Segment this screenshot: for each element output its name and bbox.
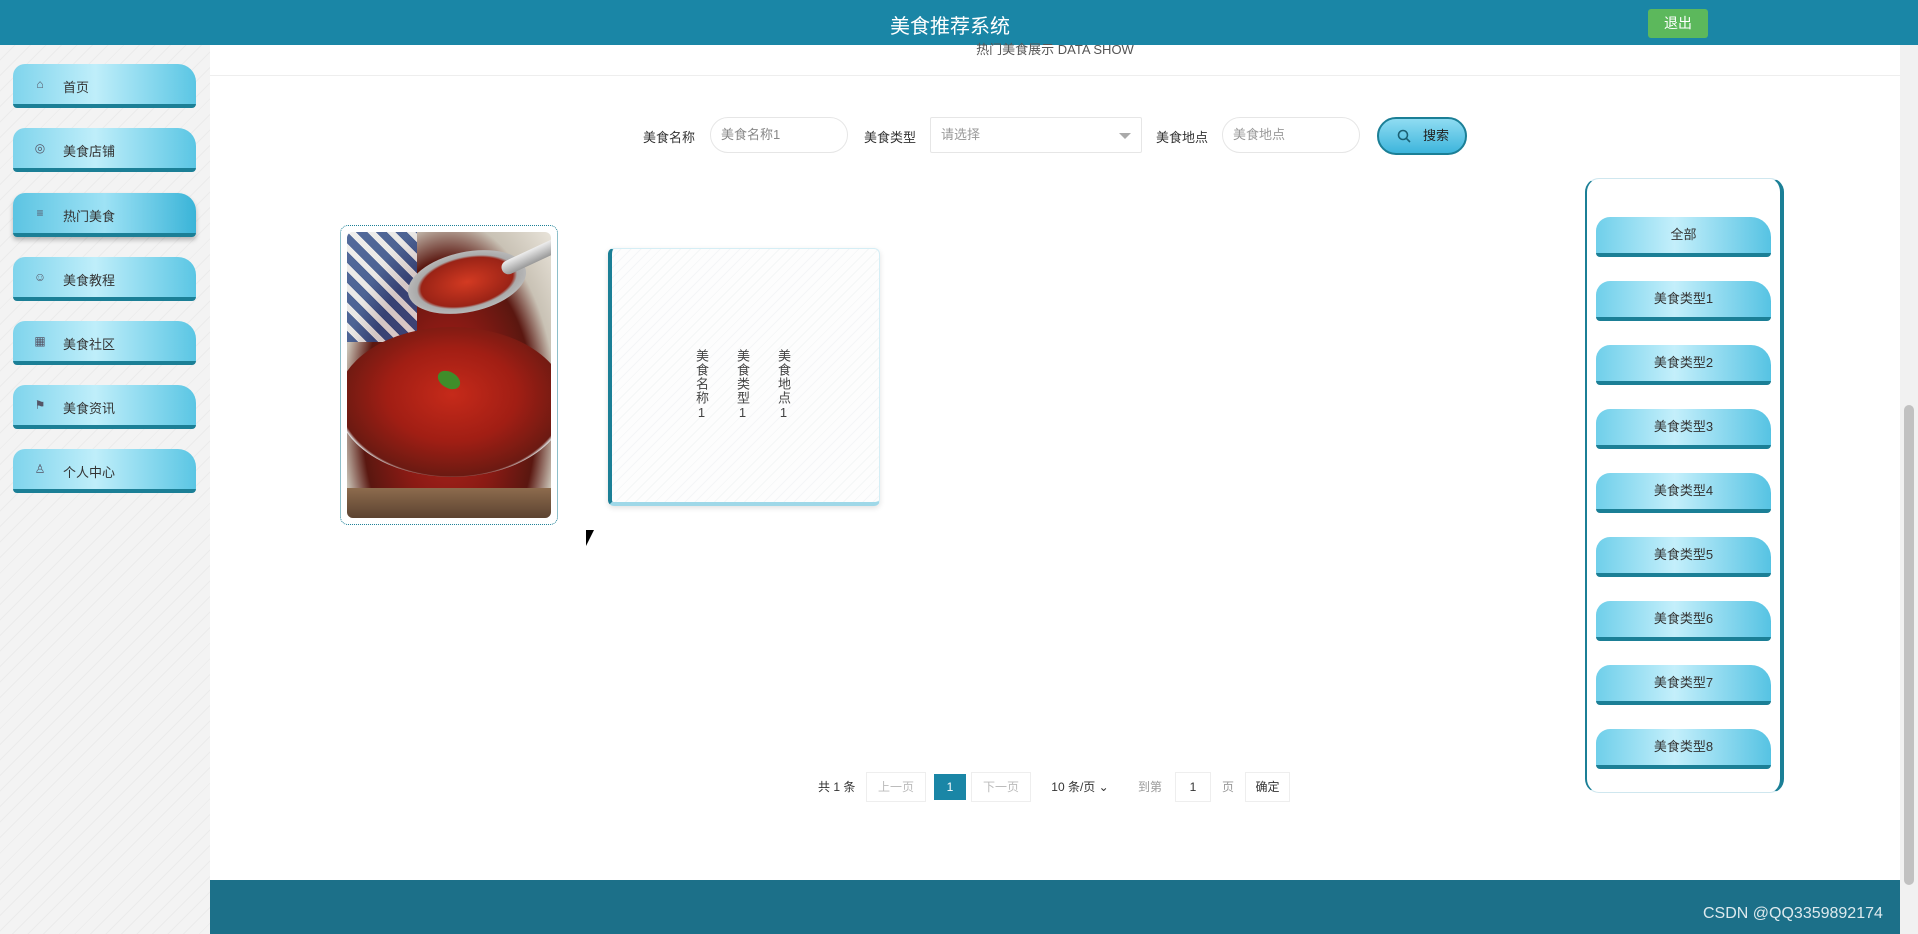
category-item[interactable]: 美食类型4 (1596, 473, 1771, 513)
chevron-down-icon (1119, 133, 1131, 139)
sidebar-item-label: 首页 (63, 80, 90, 95)
sidebar-item-label: 热门美食 (63, 209, 116, 224)
goto-page-input[interactable]: 1 (1175, 772, 1211, 802)
sidebar-item-label: 美食资讯 (63, 401, 116, 416)
sidebar-item-community[interactable]: ▦ 美食社区 (13, 321, 196, 365)
section-title: 热门美食展示 DATA SHOW (976, 42, 1134, 57)
page-size-select[interactable]: 10 条/页 ⌄ (1044, 772, 1116, 802)
divider (210, 75, 1900, 76)
category-item[interactable]: 美食类型3 (1596, 409, 1771, 449)
food-name-input[interactable]: 美食名称1 (710, 117, 848, 153)
goto-label: 到第 (1138, 780, 1163, 794)
food-photo (347, 232, 551, 518)
watermark: CSDN @QQ3359892174 (1703, 905, 1883, 922)
next-page-button[interactable]: 下一页 (971, 772, 1031, 802)
select-placeholder: 请选择 (941, 127, 981, 142)
user-icon: ♙ (34, 462, 46, 476)
sidebar-item-label: 美食教程 (63, 273, 116, 288)
food-type-text: 美食类型1 (735, 349, 750, 421)
page-number-current[interactable]: 1 (934, 774, 966, 800)
chevron-down-icon: ⌄ (1098, 780, 1109, 794)
food-location-input[interactable]: 美食地点 (1222, 117, 1360, 153)
food-type-select[interactable]: 请选择 (930, 117, 1142, 153)
sidebar-item-news[interactable]: ⚑ 美食资讯 (13, 385, 196, 429)
mouse-cursor-icon (586, 530, 594, 546)
sidebar-item-label: 美食店铺 (63, 144, 116, 159)
pagination: 共 1 条 上一页 1 下一页 10 条/页 ⌄ 到第 1 页 确定 (0, 772, 1900, 802)
sidebar-item-profile[interactable]: ♙ 个人中心 (13, 449, 196, 493)
sliders-icon: ≡ (36, 206, 44, 220)
scrollbar-thumb[interactable] (1904, 405, 1914, 885)
main-content: 热门美食展示 DATA SHOW 美食名称 美食名称1 美食类型 请选择 美食地… (210, 42, 1900, 880)
category-item[interactable]: 美食类型1 (1596, 281, 1771, 321)
sidebar-item-label: 个人中心 (63, 465, 116, 480)
food-location-text: 美食地点1 (776, 349, 791, 421)
category-item[interactable]: 美食类型2 (1596, 345, 1771, 385)
category-item[interactable]: 美食类型5 (1596, 537, 1771, 577)
scrollbar[interactable] (1900, 45, 1918, 934)
footer (210, 880, 1900, 934)
pagination-total: 共 1 条 (818, 780, 856, 794)
app-title: 美食推荐系统 (890, 16, 1010, 38)
smile-icon: ☺ (33, 270, 47, 284)
search-button[interactable]: 搜索 (1377, 117, 1467, 155)
food-card-image[interactable] (340, 225, 558, 525)
page-suffix: 页 (1222, 780, 1235, 794)
food-location-label: 美食地点 (1156, 130, 1209, 145)
shop-icon: ◎ (34, 141, 46, 155)
sidebar-item-label: 美食社区 (63, 337, 116, 352)
sidebar-item-hot-food[interactable]: ≡ 热门美食 (13, 193, 196, 237)
search-icon (1397, 129, 1411, 143)
sidebar-item-tutorials[interactable]: ☺ 美食教程 (13, 257, 196, 301)
category-item[interactable]: 美食类型7 (1596, 665, 1771, 705)
grid-icon: ▦ (34, 334, 46, 348)
food-name-text: 美食名称1 (694, 349, 709, 421)
category-item[interactable]: 美食类型6 (1596, 601, 1771, 641)
prev-page-button[interactable]: 上一页 (866, 772, 926, 802)
food-type-label: 美食类型 (864, 130, 917, 145)
flag-icon: ⚑ (34, 398, 46, 412)
search-button-label: 搜索 (1423, 128, 1450, 143)
sidebar-item-home[interactable]: ⌂ 首页 (13, 64, 196, 108)
food-card-info[interactable]: 美食名称1 美食类型1 美食地点1 (608, 248, 880, 506)
food-name-label: 美食名称 (643, 130, 696, 145)
page-size-value: 10 条/页 (1051, 780, 1096, 794)
category-all[interactable]: 全部 (1596, 217, 1771, 257)
logout-button[interactable]: 退出 (1648, 9, 1708, 38)
sidebar-item-shops[interactable]: ◎ 美食店铺 (13, 128, 196, 172)
category-item[interactable]: 美食类型8 (1596, 729, 1771, 769)
category-panel: 全部 美食类型1 美食类型2 美食类型3 美食类型4 美食类型5 美食类型6 美… (1585, 178, 1784, 793)
home-icon: ⌂ (36, 77, 44, 91)
confirm-button[interactable]: 确定 (1245, 772, 1290, 802)
